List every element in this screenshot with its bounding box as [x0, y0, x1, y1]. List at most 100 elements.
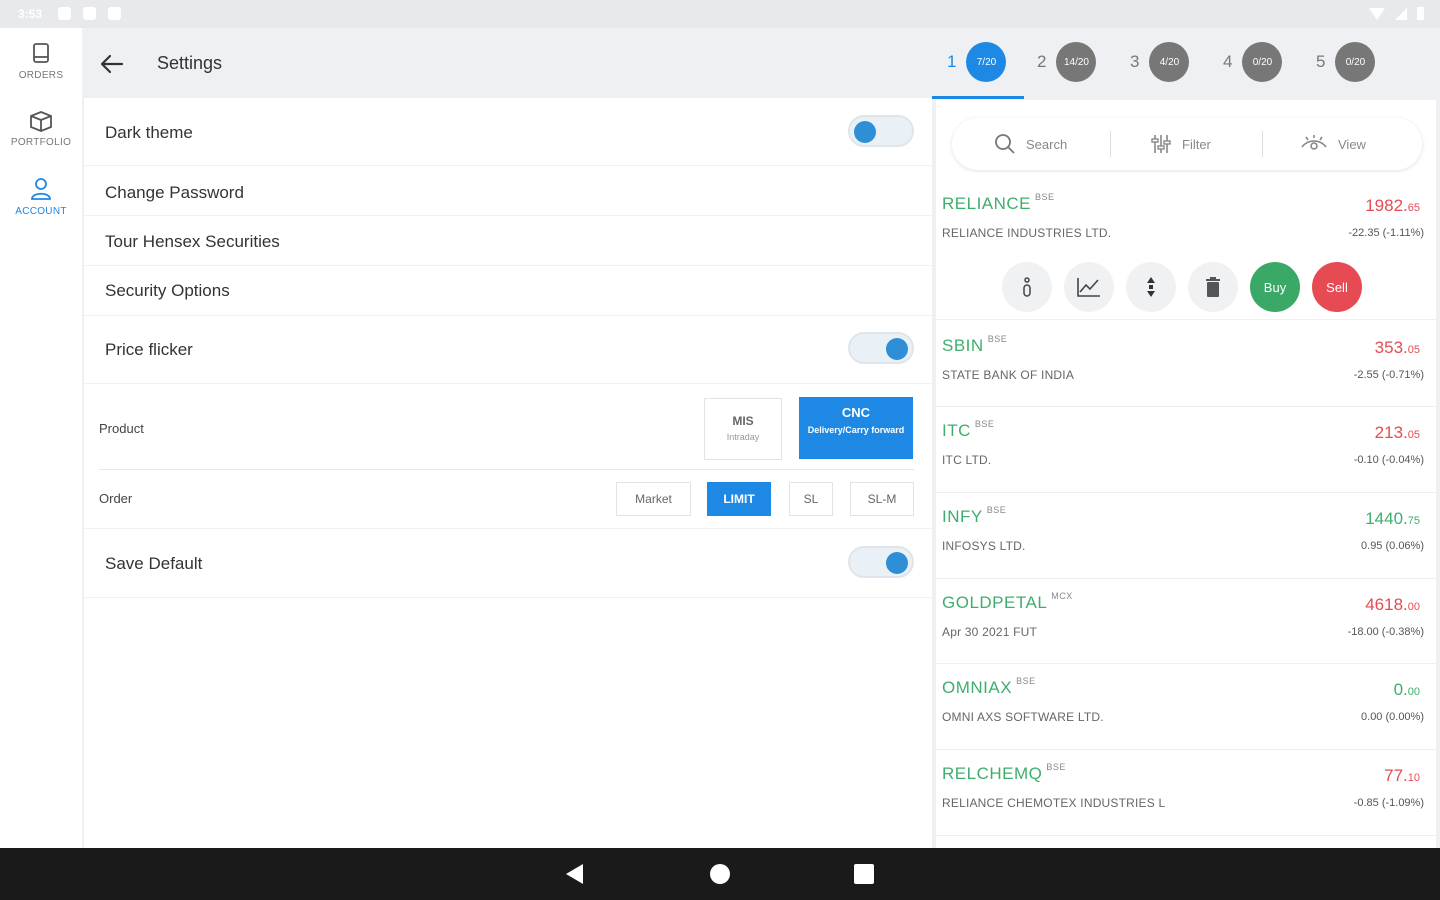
watchlist-item[interactable]: SBIN BSE STATE BANK OF INDIA 353.05 -2.55… [936, 322, 1436, 407]
recents-square-icon[interactable] [854, 864, 874, 884]
watchlist-tab-4[interactable]: 4 0/20 [1223, 42, 1283, 82]
stock-name: INFOSYS LTD. [942, 539, 1026, 553]
nav-portfolio-label: PORTFOLIO [10, 137, 72, 148]
home-circle-icon[interactable] [710, 864, 730, 884]
user-icon [31, 178, 51, 200]
price-decimal: 00 [1407, 601, 1420, 613]
view-button[interactable]: View [1300, 118, 1366, 170]
watchlist-tabs: 1 7/20 2 14/20 3 4/20 4 0/20 5 0/20 [932, 28, 1440, 99]
watchlist-item[interactable]: ITC BSE ITC LTD. 213.05 -0.10 (-0.04%) [936, 407, 1436, 493]
stock-name: RELIANCE CHEMOTEX INDUSTRIES L [942, 796, 1166, 810]
sell-button[interactable]: Sell [1312, 262, 1362, 312]
stock-name: Apr 30 2021 FUT [942, 625, 1038, 639]
watchlist-item[interactable]: RELIANCE BSE RELIANCE INDUSTRIES LTD. 198… [936, 180, 1436, 320]
delete-button[interactable] [1188, 262, 1238, 312]
order-limit-button[interactable]: LIMIT [707, 482, 771, 516]
search-button[interactable]: Search [994, 118, 1067, 170]
save-default-toggle[interactable] [848, 546, 914, 578]
watchlist-tab-3[interactable]: 3 4/20 [1130, 42, 1190, 82]
stock-exchange: BSE [987, 334, 1008, 344]
stock-name: RELIANCE INDUSTRIES LTD. [942, 226, 1112, 240]
side-navigation: ORDERS PORTFOLIO ACCOUNT [0, 28, 82, 848]
settings-header: Settings [82, 28, 932, 98]
chart-button[interactable] [1064, 262, 1114, 312]
order-market-button[interactable]: Market [616, 482, 691, 516]
security-options-label: Security Options [105, 281, 230, 300]
price-decimal: 75 [1407, 515, 1420, 527]
watchlist-item[interactable]: RELCHEMQ BSE RELIANCE CHEMOTEX INDUSTRIES… [936, 750, 1436, 836]
back-arrow-icon[interactable] [98, 50, 126, 78]
tour-row[interactable]: Tour Hensex Securities [84, 216, 932, 266]
notification-status-icon [83, 7, 96, 20]
price-flicker-toggle[interactable] [848, 332, 914, 364]
stock-actions: Buy Sell [1002, 262, 1362, 312]
settings-panel: Dark theme Change Password Tour Hensex S… [84, 98, 932, 848]
change-password-row[interactable]: Change Password [84, 166, 932, 216]
stock-exchange: BSE [1046, 762, 1066, 772]
signal-icon [1395, 7, 1407, 20]
watchlist-panel: 1 7/20 2 14/20 3 4/20 4 0/20 5 0/20 Sear… [932, 28, 1440, 848]
stock-price: 1440.75 [1365, 509, 1420, 529]
battery-icon [1417, 7, 1424, 20]
tab-number: 5 [1316, 52, 1326, 71]
box-icon [30, 111, 52, 132]
system-navigation-bar [0, 848, 1440, 900]
market-depth-button[interactable] [1126, 262, 1176, 312]
info-icon [1023, 277, 1031, 297]
stock-price: 0.00 [1394, 680, 1420, 700]
stock-exchange: BSE [986, 505, 1007, 515]
dark-theme-label: Dark theme [105, 123, 193, 142]
toolbar-separator [1110, 131, 1111, 157]
tab-count-badge: 14/20 [1056, 42, 1097, 82]
stock-change: -22.35 (-1.11%) [1348, 227, 1424, 239]
watchlist-tab-2[interactable]: 2 14/20 [1037, 42, 1097, 82]
price-main: 77. [1384, 766, 1408, 785]
order-slm-button[interactable]: SL-M [850, 482, 914, 516]
product-mis-button[interactable]: MIS Intraday [704, 398, 782, 460]
stock-change: 0.00 (0.00%) [1361, 711, 1424, 723]
watchlist-tab-1[interactable]: 1 7/20 [947, 42, 1007, 82]
price-flicker-row: Price flicker [84, 316, 932, 384]
product-cnc-button[interactable]: CNC Delivery/Carry forward [799, 397, 913, 459]
order-label: Order [99, 491, 133, 506]
nav-account[interactable]: ACCOUNT [0, 168, 82, 230]
price-main: 353. [1374, 338, 1408, 357]
tab-number: 4 [1223, 52, 1233, 71]
watchlist-toolbar: Search Filter View [952, 118, 1422, 170]
security-options-row[interactable]: Security Options [84, 266, 932, 316]
filter-icon [1151, 135, 1171, 153]
active-tab-indicator [932, 96, 1024, 99]
watchlist-item[interactable]: GOLDPETAL MCX Apr 30 2021 FUT 4618.00 -18… [936, 579, 1436, 664]
save-default-label: Save Default [105, 554, 203, 573]
cnc-title: CNC [841, 405, 871, 420]
nav-orders-label: ORDERS [18, 70, 64, 81]
order-sl-button[interactable]: SL [789, 482, 833, 516]
filter-button[interactable]: Filter [1150, 118, 1211, 170]
price-flicker-label: Price flicker [105, 340, 193, 359]
tab-count-badge: 4/20 [1149, 42, 1190, 82]
stock-exchange: BSE [1016, 676, 1036, 686]
dark-theme-toggle[interactable] [848, 115, 914, 147]
tour-label: Tour Hensex Securities [105, 232, 280, 251]
info-button[interactable] [1002, 262, 1052, 312]
chart-icon [1077, 278, 1100, 297]
save-default-row: Save Default [84, 528, 932, 598]
watchlist-item[interactable]: OMNIAX BSE OMNI AXS SOFTWARE LTD. 0.00 0.… [936, 664, 1436, 750]
watchlist-tab-5[interactable]: 5 0/20 [1316, 42, 1376, 82]
product-label: Product [99, 421, 144, 436]
trash-icon [1206, 277, 1220, 297]
divider [99, 469, 914, 470]
nav-portfolio[interactable]: PORTFOLIO [0, 101, 82, 163]
nav-orders[interactable]: ORDERS [0, 34, 82, 96]
buy-button[interactable]: Buy [1250, 262, 1300, 312]
nav-account-label: ACCOUNT [15, 206, 67, 217]
back-triangle-icon[interactable] [566, 864, 583, 884]
mis-subtitle: Intraday [726, 432, 760, 442]
price-main: 1440. [1365, 509, 1408, 528]
watchlist-item[interactable]: INFY BSE INFOSYS LTD. 1440.75 0.95 (0.06%… [936, 493, 1436, 579]
stock-price: 1982.65 [1365, 196, 1420, 216]
tab-count-badge: 0/20 [1335, 42, 1376, 82]
status-bar: 3:53 [0, 0, 1440, 28]
stock-change: -0.85 (-1.09%) [1353, 797, 1424, 809]
stock-price: 213.05 [1375, 423, 1420, 443]
